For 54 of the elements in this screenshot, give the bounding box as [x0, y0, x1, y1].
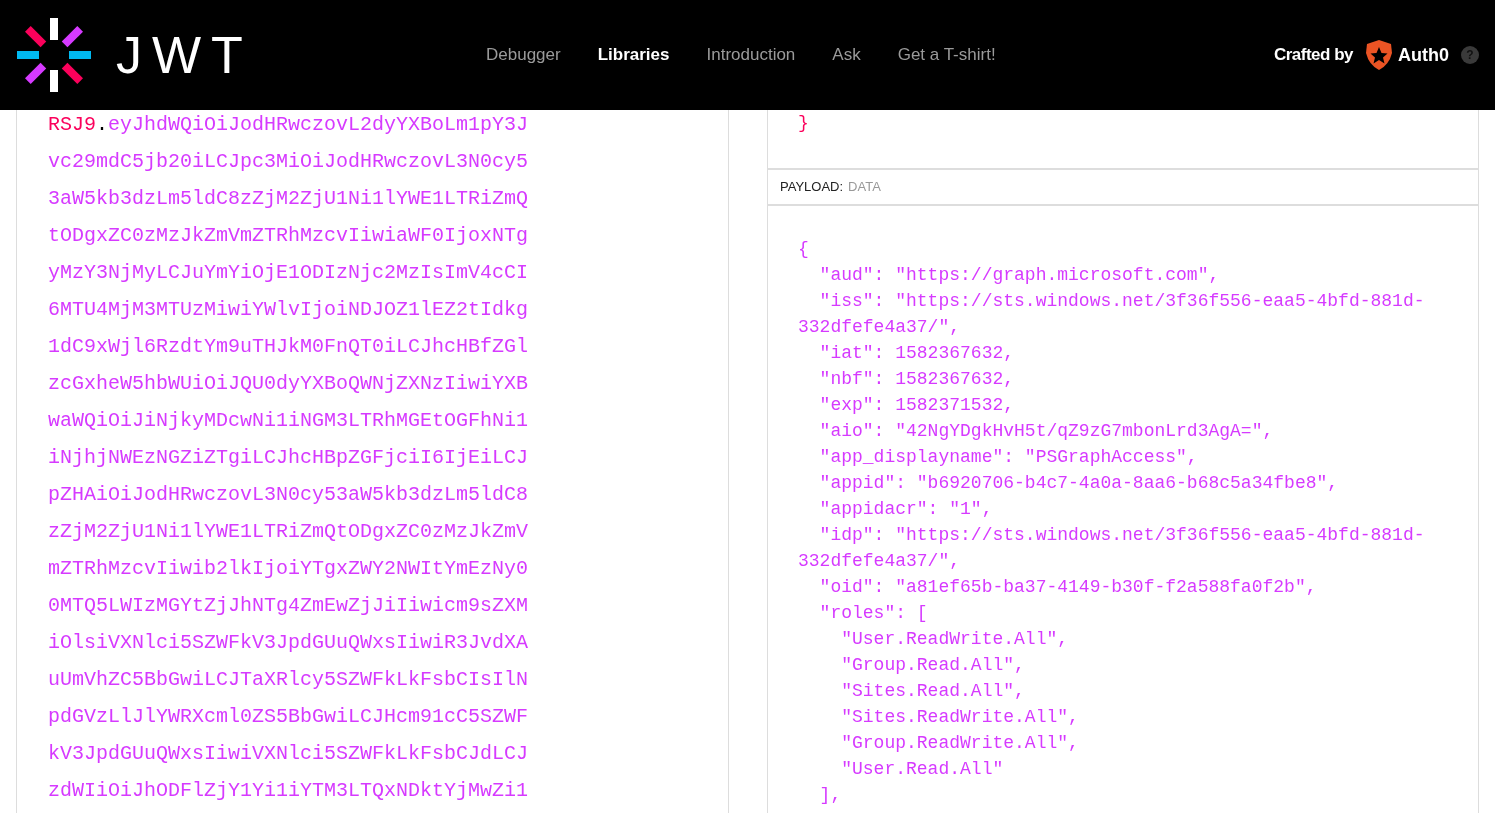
- token-line: uUmVhZC5BbGwiLCJTaXRlcy5SZWFkLkFsbCIsIlN: [48, 667, 530, 693]
- section-title: PAYLOAD:: [780, 178, 844, 197]
- nav-link[interactable]: Introduction: [706, 42, 796, 68]
- code-line: "appidacr": "1",: [818, 498, 993, 521]
- nav-link[interactable]: Debugger: [486, 42, 561, 68]
- token-line: RSJ9.eyJhdWQiOiJodHRwczovL2dyYXBoLm1pY3J: [48, 112, 530, 138]
- nav-link[interactable]: Libraries: [597, 42, 670, 68]
- token-line: 3aW5kb3dzLm5ldC8zZjM2ZjU1Ni1lYWE1LTRiZmQ: [48, 186, 530, 212]
- token-line: tODgxZC0zMzJkZmVmZTRhMzcvIiwiaWF0IjoxNTg: [48, 223, 530, 249]
- code-line: {: [798, 238, 809, 261]
- code-line: "iat": 1582367632,: [818, 342, 1015, 365]
- token-line: 0MTQ5LWIzMGYtZjJhNTg4ZmEwZjJiIiwicm9sZXM: [48, 593, 530, 619]
- code-line: "Group.ReadWrite.All",: [840, 732, 1079, 755]
- code-line: "Sites.ReadWrite.All",: [840, 706, 1079, 729]
- brand-link[interactable]: Auth0: [1365, 39, 1449, 71]
- nav-link[interactable]: Get a T-shirt!: [897, 42, 996, 68]
- code-line: "exp": 1582371532,: [818, 394, 1015, 417]
- code-line: 332dfefe4a37/",: [798, 316, 961, 339]
- logo-icon: [16, 17, 92, 93]
- code-line: "iss": "https://sts.windows.net/3f36f556-eaa5-4bfd-881d-: [818, 290, 1425, 313]
- shield-star-icon: [1365, 39, 1393, 71]
- code-line: "nbf": 1582367632,: [818, 368, 1015, 391]
- token-line: waWQiOiJiNjkyMDcwNi1iNGM3LTRhMGEtOGFhNi1: [48, 408, 530, 434]
- code-line: "Group.Read.All",: [840, 654, 1025, 677]
- code-line: "Sites.Read.All",: [840, 680, 1025, 703]
- code-line: ],: [818, 784, 842, 807]
- token-line: zcGxheW5hbWUiOiJQU0dyYXBoQWNjZXNzIiwiYXB: [48, 371, 530, 397]
- token-line: vc29mdC5jb20iLCJpc3MiOiJodHRwczovL3N0cy5: [48, 149, 530, 175]
- code-line: "oid": "a81ef65b-ba37-4149-b30f-f2a588fa0f2b",: [818, 576, 1317, 599]
- code-line: "aio": "42NgYDgkHvH5t/qZ9zG7mbonLrd3AgA=",: [818, 420, 1274, 443]
- token-line: 6MTU4MjM3MTUzMiwiYWlvIjoiNDJOZ1lEZ2tIdkg: [48, 297, 530, 323]
- token-line: zdWIiOiJhODFlZjY1Yi1iYTM3LTQxNDktYjMwZi1: [48, 778, 530, 804]
- token-line: 1dC9xWjl6RzdtYm9uTHJkM0FnQT0iLCJhcHBfZGl: [48, 334, 530, 360]
- code-line: "roles": [: [818, 602, 928, 625]
- code-line: "aud": "https://graph.microsoft.com",: [818, 264, 1220, 287]
- code-line: "idp": "https://sts.windows.net/3f36f556-eaa5-4bfd-881d-: [818, 524, 1425, 547]
- nav-link[interactable]: Ask: [832, 42, 861, 68]
- logo-text: JWT: [116, 29, 253, 81]
- token-line: mZTRhMzcvIiwib2lkIjoiYTgxZWY2NWItYmEzNy0: [48, 556, 530, 582]
- code-line: 332dfefe4a37/",: [798, 550, 961, 573]
- section-subtitle: DATA: [848, 178, 881, 197]
- token-line: yMzY3NjMyLCJuYmYiOjE1ODIzNjc2MzIsImV4cCI: [48, 260, 530, 286]
- token-line: pZHAiOiJodHRwczovL3N0cy53aW5kb3dzLm5ldC8: [48, 482, 530, 508]
- token-line: zZjM2ZjU1Ni1lYWE1LTRiZmQtODgxZC0zMzJkZmV: [48, 519, 530, 545]
- code-line: }: [798, 113, 809, 133]
- token-line: iOlsiVXNlci5SZWFkV3JpdGUuQWxsIiwiR3JvdXA: [48, 630, 530, 656]
- token-line: pdGVzLlJlYWRXcml0ZS5BbGwiLCJHcm91cC5SZWF: [48, 704, 530, 730]
- crafted-by-text: Crafted by: [1273, 44, 1353, 67]
- code-line: "User.ReadWrite.All",: [840, 628, 1069, 651]
- code-line: "User.Read.All": [840, 758, 1004, 781]
- token-line: iNjhjNWEzNGZiZTgiLCJhcHBpZGFjciI6IjEiLCJ: [48, 445, 530, 471]
- code-line: "appid": "b6920706-b4c7-4a0a-8aa6-b68c5a34fbe8",: [818, 472, 1339, 495]
- token-line: kV3JpdGUuQWxsIiwiVXNlci5SZWFkLkFsbCJdLCJ: [48, 741, 530, 767]
- code-line: "app_displayname": "PSGraphAccess",: [818, 446, 1198, 469]
